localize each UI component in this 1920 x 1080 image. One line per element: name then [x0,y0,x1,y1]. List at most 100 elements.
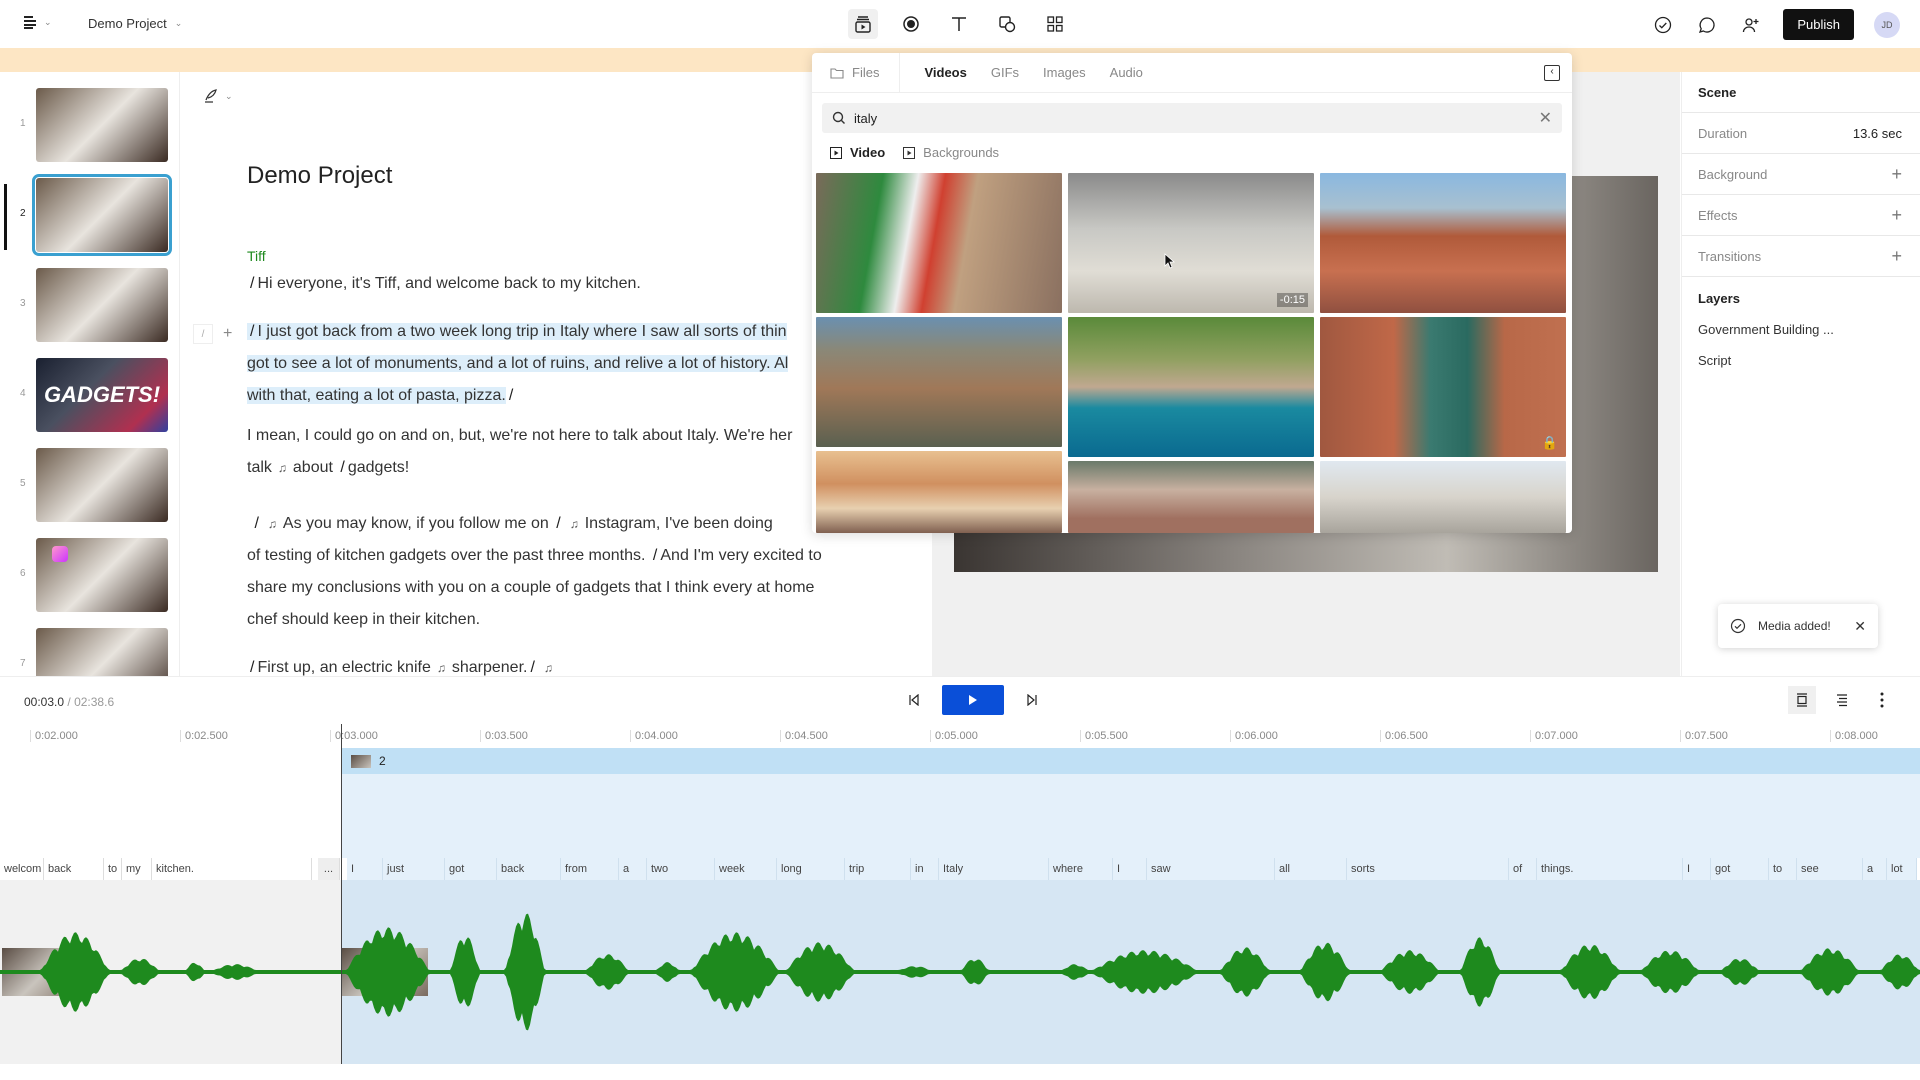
word-chip[interactable]: where [1049,858,1113,880]
skip-back-button[interactable] [900,686,928,714]
project-title-dropdown[interactable]: Demo Project ⌄ [88,16,182,31]
tab-files[interactable]: Files [830,65,879,80]
word-chip[interactable]: all [1275,858,1347,880]
record-tool-button[interactable] [896,9,926,39]
scene-break-marker[interactable]: / [254,515,258,532]
tab-audio[interactable]: Audio [1110,65,1143,80]
scene-break-marker[interactable]: / [250,323,254,340]
media-result[interactable] [816,173,1062,313]
word-chip[interactable]: got [445,858,497,880]
close-toast-icon[interactable]: ✕ [1854,618,1866,635]
scene-break-marker[interactable]: / [530,659,534,676]
timeline-ruler[interactable]: 0:02.000 0:02.500 0:03.000 0:03.500 0:04.000… [0,724,1920,748]
media-result[interactable] [1320,461,1566,533]
shapes-tool-button[interactable] [992,9,1022,39]
play-button[interactable] [942,685,1004,715]
publish-button[interactable]: Publish [1783,9,1854,40]
word-chip[interactable]: back [44,858,104,880]
media-result[interactable] [1320,173,1566,313]
word-chip[interactable]: saw [1147,858,1275,880]
insert-break-button[interactable]: / [193,324,213,344]
scene-break-marker[interactable]: / [250,275,254,292]
word-chip[interactable]: lot [1887,858,1917,880]
invite-user-button[interactable] [1739,13,1763,37]
word-chip[interactable]: from [561,858,619,880]
media-result[interactable]: 🔒 [1320,317,1566,457]
word-chip[interactable]: in [911,858,939,880]
music-note-icon[interactable]: ♫ [570,517,579,531]
scene-thumbnail-5[interactable]: 5 [0,448,179,524]
add-background-icon[interactable]: + [1891,164,1902,185]
scene-break-marker[interactable]: / [653,547,657,564]
scene-break-marker[interactable]: / [340,459,344,476]
main-menu-button[interactable]: ⌄ [22,14,52,30]
add-effect-icon[interactable]: + [1891,205,1902,226]
script-paragraph-5[interactable]: / First up, an electric knife ♫ sharpener. /… [247,652,931,676]
word-chip[interactable]: of [1509,858,1537,880]
scene-break-marker[interactable]: / [250,659,254,676]
subtab-video[interactable]: Video [830,145,885,160]
comments-button[interactable] [1695,13,1719,37]
scene-thumbnail-3[interactable]: 3 [0,268,179,344]
music-note-icon[interactable]: ♫ [544,661,553,675]
word-chip[interactable]: week [715,858,777,880]
fit-view-button[interactable] [1788,686,1816,714]
word-chip[interactable]: kitchen. [152,858,312,880]
word-chip[interactable]: welcom [0,858,44,880]
align-view-button[interactable] [1828,686,1856,714]
word-chip[interactable]: two [647,858,715,880]
apps-tool-button[interactable] [1040,9,1070,39]
add-transition-icon[interactable]: + [1891,246,1902,267]
scene-clip-header[interactable]: 2 [341,748,1920,774]
collapse-panel-button[interactable]: ‹ [1544,65,1560,81]
media-result[interactable] [816,317,1062,447]
scene-thumbnail-7[interactable]: 7 [0,628,179,676]
music-note-icon[interactable]: ♫ [278,461,287,475]
scene-clip-body[interactable] [341,774,1920,858]
word-chip[interactable]: see [1797,858,1863,880]
word-chip[interactable]: just [383,858,445,880]
duration-value[interactable]: 13.6 sec [1853,126,1902,141]
document-title[interactable]: Demo Project [247,162,392,190]
audio-track[interactable] [0,880,1920,1064]
media-search-input[interactable] [854,110,1531,126]
clear-search-icon[interactable]: ✕ [1539,108,1552,128]
more-options-button[interactable] [1868,686,1896,714]
word-chip[interactable]: back [497,858,561,880]
word-chip[interactable]: I [1683,858,1711,880]
media-result[interactable] [1068,461,1314,533]
scenes-tool-button[interactable] [848,9,878,39]
word-chip[interactable]: got [1711,858,1769,880]
music-note-icon[interactable]: ♫ [437,661,446,675]
effects-row[interactable]: Effects + [1682,195,1920,236]
word-chip[interactable]: sorts [1347,858,1509,880]
word-chip[interactable]: things. [1537,858,1683,880]
scene-break-marker[interactable]: / [509,387,513,404]
word-chip[interactable]: long [777,858,845,880]
word-chip[interactable]: I [1113,858,1147,880]
word-chip[interactable]: my [122,858,152,880]
word-chip[interactable]: a [619,858,647,880]
background-row[interactable]: Background + [1682,154,1920,195]
tab-images[interactable]: Images [1043,65,1086,80]
word-chip[interactable]: to [104,858,122,880]
media-result[interactable] [816,451,1062,533]
word-chip[interactable]: a [1863,858,1887,880]
duration-row[interactable]: Duration 13.6 sec [1682,113,1920,154]
check-status-button[interactable] [1651,13,1675,37]
tab-gifs[interactable]: GIFs [991,65,1019,80]
subtab-backgrounds[interactable]: Backgrounds [903,145,999,160]
word-chip[interactable]: trip [845,858,911,880]
layer-item[interactable]: Script [1682,345,1920,376]
scene-break-marker[interactable]: / [556,515,560,532]
playhead[interactable] [341,724,342,1064]
speaker-label[interactable]: Tiff [247,248,266,264]
transitions-row[interactable]: Transitions + [1682,236,1920,277]
text-tool-button[interactable] [944,9,974,39]
word-chip[interactable]: Italy [939,858,1049,880]
user-avatar[interactable]: JD [1874,11,1900,38]
word-chip[interactable]: ... [318,858,340,880]
scene-thumbnail-1[interactable]: 1 [0,88,179,164]
media-result[interactable] [1068,317,1314,457]
scene-thumbnail-2[interactable]: 2 [0,174,179,256]
